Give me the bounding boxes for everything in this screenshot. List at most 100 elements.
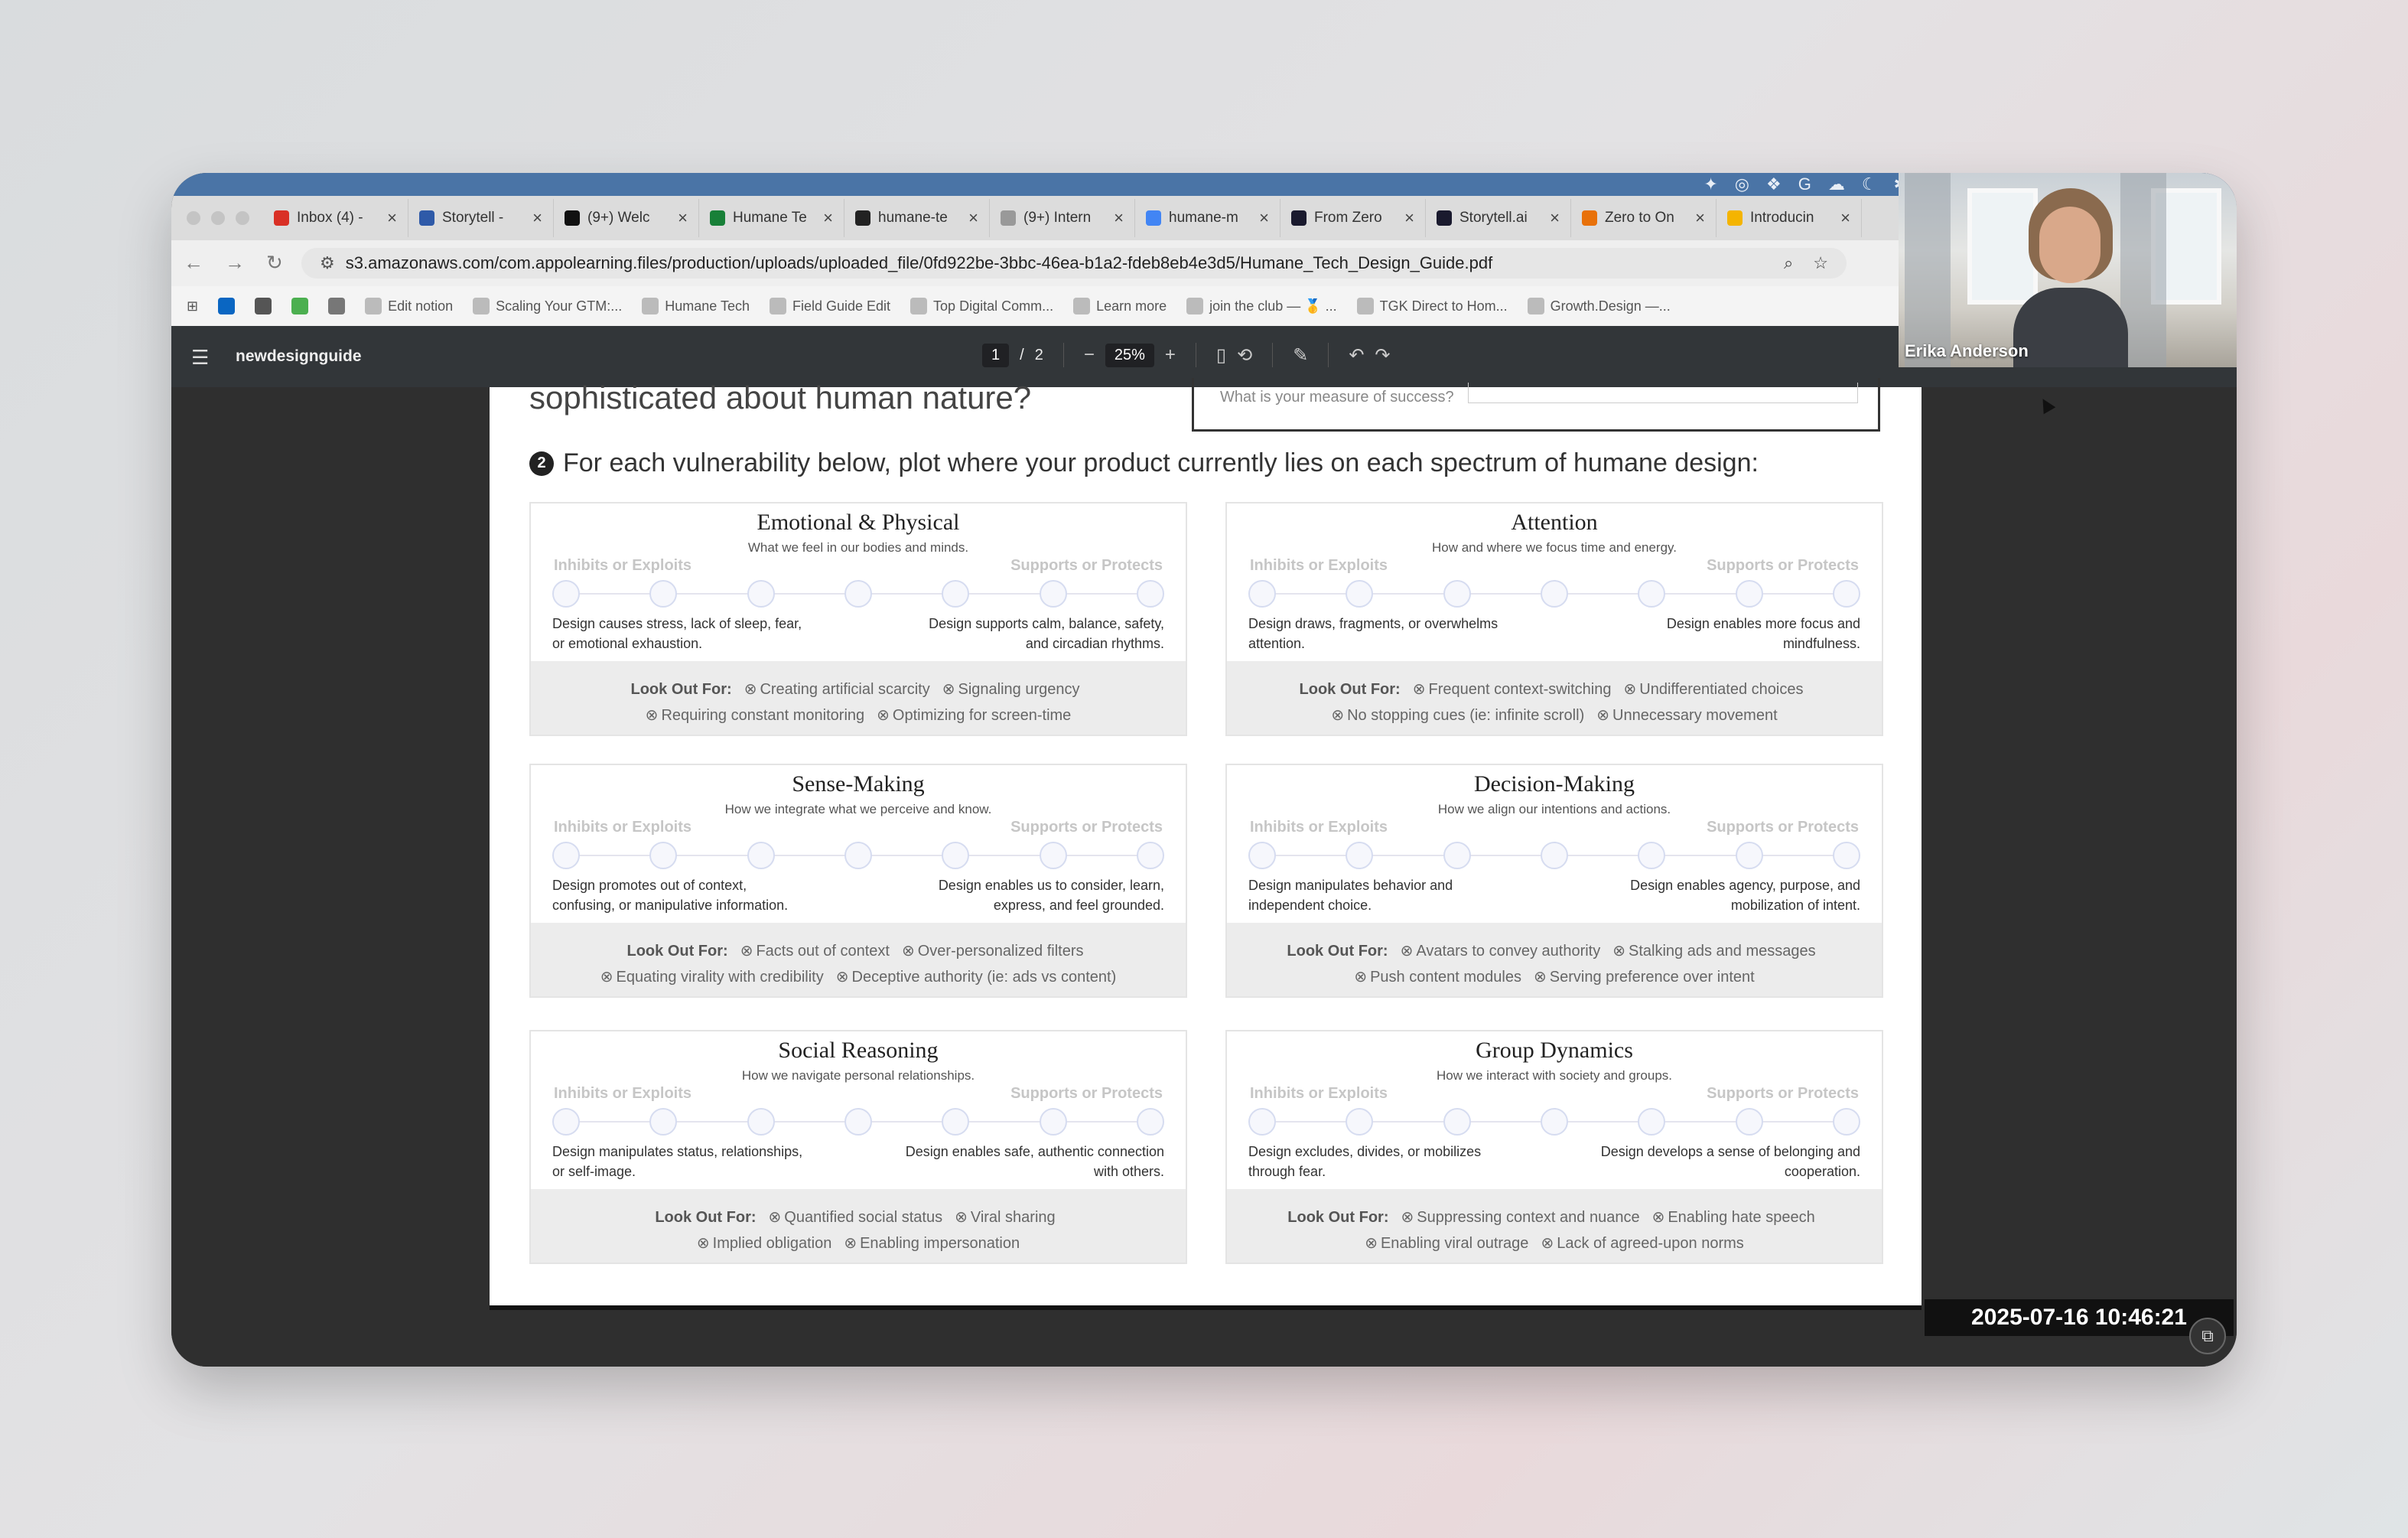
bookmark-item[interactable]: Growth.Design —... [1527, 298, 1671, 314]
forward-icon[interactable]: → [225, 251, 245, 275]
spectrum-point[interactable] [1248, 580, 1276, 608]
spectrum-point[interactable] [1443, 580, 1471, 608]
spectrum-point[interactable] [552, 842, 580, 869]
answer-line[interactable] [1468, 383, 1858, 403]
browser-tab[interactable]: From Zero × [1280, 199, 1426, 237]
zoom-out-icon[interactable]: − [1084, 344, 1095, 366]
pdf-viewer[interactable]: sophisticated about human nature? What i… [171, 378, 2237, 1367]
spectrum-point[interactable] [552, 1108, 580, 1136]
close-tab-icon[interactable]: × [1840, 208, 1850, 228]
fit-page-icon[interactable]: ▯ [1216, 344, 1226, 367]
rotate-icon[interactable]: ⟲ [1237, 344, 1252, 367]
spectrum-point[interactable] [1832, 1108, 1860, 1136]
spectrum-point[interactable] [649, 580, 678, 608]
bookmark-item[interactable]: TGK Direct to Hom... [1356, 298, 1508, 314]
spectrum-point[interactable] [1136, 1108, 1164, 1136]
spectrum-point[interactable] [1039, 842, 1067, 869]
zoom-in-icon[interactable]: + [1165, 344, 1176, 366]
moon-icon[interactable]: ☾ [1862, 174, 1877, 194]
spectrum-point[interactable] [747, 580, 775, 608]
browser-tab[interactable]: Humane Te × [699, 199, 844, 237]
page-number-input[interactable]: 1 [982, 343, 1010, 367]
bookmark-item[interactable]: Learn more [1073, 298, 1167, 314]
browser-tab[interactable]: (9+) Welc × [554, 199, 699, 237]
bookmark-item[interactable]: Humane Tech [642, 298, 750, 314]
zoom-level-input[interactable]: 25% [1105, 343, 1154, 367]
spectrum-point[interactable] [1832, 580, 1860, 608]
spectrum-point[interactable] [747, 842, 775, 869]
redo-icon[interactable]: ↷ [1375, 344, 1390, 367]
close-tab-icon[interactable]: × [532, 208, 542, 228]
bookmark-item[interactable]: join the club — 🥇 ... [1186, 298, 1337, 314]
spectrum-point[interactable] [649, 1108, 678, 1136]
back-icon[interactable]: ← [184, 251, 203, 275]
browser-tab[interactable]: Introducin × [1717, 199, 1862, 237]
browser-tab[interactable]: (9+) Intern × [990, 199, 1135, 237]
spectrum-point[interactable] [1248, 1108, 1276, 1136]
close-tab-icon[interactable]: × [1550, 208, 1560, 228]
browser-tab[interactable]: Storytell.ai × [1426, 199, 1571, 237]
minimize-window-button[interactable] [211, 211, 225, 225]
browser-tab[interactable]: humane-m × [1135, 199, 1280, 237]
sync-icon[interactable]: ◎ [1735, 174, 1749, 194]
spectrum-point[interactable] [1443, 842, 1471, 869]
apps-grid-icon[interactable]: ⊞ [187, 298, 198, 314]
close-tab-icon[interactable]: × [823, 208, 833, 228]
spectrum-point[interactable] [844, 1108, 872, 1136]
spectrum-point[interactable] [1832, 842, 1860, 869]
spectrum-point[interactable] [649, 842, 678, 869]
spectrum-point[interactable] [1346, 842, 1374, 869]
spectrum-point[interactable] [1735, 580, 1763, 608]
spectrum-point[interactable] [1540, 580, 1568, 608]
spectrum-point[interactable] [1735, 1108, 1763, 1136]
pin-icon[interactable]: ✦ [1703, 174, 1717, 194]
bookmark-item[interactable]: Scaling Your GTM:... [473, 298, 622, 314]
spectrum-point[interactable] [1735, 842, 1763, 869]
spectrum-point[interactable] [1136, 842, 1164, 869]
close-tab-icon[interactable]: × [968, 208, 978, 228]
undo-icon[interactable]: ↶ [1349, 344, 1364, 367]
spectrum-point[interactable] [1638, 1108, 1666, 1136]
bookmark-icon[interactable] [255, 298, 272, 314]
spectrum-point[interactable] [942, 580, 970, 608]
screen-capture-icon[interactable]: ⧉ [2189, 1318, 2226, 1354]
spectrum-point[interactable] [747, 1108, 775, 1136]
browser-tab[interactable]: Storytell - × [408, 199, 554, 237]
spectrum-point[interactable] [1638, 580, 1666, 608]
grammarly-icon[interactable]: G [1798, 174, 1811, 194]
browser-tab[interactable]: Zero to On × [1571, 199, 1717, 237]
close-tab-icon[interactable]: × [1114, 208, 1124, 228]
spectrum-point[interactable] [1540, 1108, 1568, 1136]
zoom-search-icon[interactable]: ⌕ [1784, 253, 1793, 273]
spectrum-point[interactable] [1540, 842, 1568, 869]
site-settings-icon[interactable]: ⚙ [320, 253, 335, 273]
cloud-icon[interactable]: ☁ [1828, 174, 1845, 194]
extension-icon[interactable]: ❖ [1766, 174, 1782, 194]
spectrum-point[interactable] [1346, 1108, 1374, 1136]
menu-icon[interactable]: ☰ [191, 346, 209, 370]
bookmark-icon[interactable] [291, 298, 309, 314]
spectrum-point[interactable] [1136, 580, 1164, 608]
spectrum-point[interactable] [942, 1108, 970, 1136]
close-tab-icon[interactable]: × [678, 208, 688, 228]
close-tab-icon[interactable]: × [387, 208, 397, 228]
spectrum-point[interactable] [1039, 1108, 1067, 1136]
close-tab-icon[interactable]: × [1259, 208, 1269, 228]
close-window-button[interactable] [187, 211, 200, 225]
reload-icon[interactable]: ↻ [266, 251, 283, 275]
spectrum-point[interactable] [1248, 842, 1276, 869]
annotate-icon[interactable]: ✎ [1293, 344, 1308, 367]
close-tab-icon[interactable]: × [1404, 208, 1414, 228]
spectrum-point[interactable] [942, 842, 970, 869]
browser-tab[interactable]: humane-te × [844, 199, 990, 237]
browser-tab[interactable]: Inbox (4) - × [263, 199, 408, 237]
bookmark-item[interactable]: Edit notion [365, 298, 453, 314]
close-tab-icon[interactable]: × [1695, 208, 1705, 228]
spectrum-point[interactable] [1638, 842, 1666, 869]
bookmark-icon[interactable] [218, 298, 236, 314]
spectrum-point[interactable] [552, 580, 580, 608]
bookmark-star-icon[interactable]: ☆ [1813, 253, 1828, 273]
url-field[interactable]: ⚙ s3.amazonaws.com/com.appolearning.file… [301, 248, 1847, 279]
bookmark-icon[interactable] [328, 298, 346, 314]
spectrum-point[interactable] [844, 580, 872, 608]
